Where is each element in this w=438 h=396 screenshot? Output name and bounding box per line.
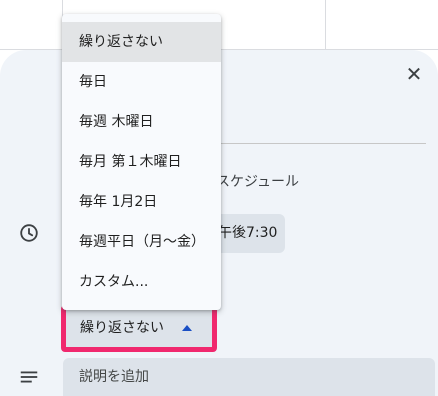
- menu-item-yearly[interactable]: 毎年 1月2日: [62, 182, 221, 222]
- schedule-text: スケジュール: [216, 174, 300, 190]
- menu-item-no-repeat[interactable]: 繰り返さない: [62, 22, 221, 62]
- repeat-dropdown-menu: 繰り返さない 毎日 毎週 木曜日 毎月 第１木曜日 毎年 1月2日 毎週平日（月…: [62, 14, 221, 310]
- clock-icon: [20, 224, 38, 242]
- menu-item-daily[interactable]: 毎日: [62, 62, 221, 102]
- notes-icon: [20, 371, 38, 383]
- menu-item-monthly[interactable]: 毎月 第１木曜日: [62, 142, 221, 182]
- end-time-chip[interactable]: 午後7:30: [210, 214, 285, 253]
- menu-item-weekdays[interactable]: 毎週平日（月～金）: [62, 222, 221, 262]
- menu-item-weekly[interactable]: 毎週 木曜日: [62, 102, 221, 142]
- divider: [214, 143, 426, 144]
- close-icon[interactable]: ✕: [402, 62, 426, 86]
- menu-item-custom[interactable]: カスタム...: [62, 262, 221, 302]
- arrow-up-icon: [182, 325, 192, 331]
- description-field[interactable]: 説明を追加: [63, 358, 435, 396]
- grid-line: [325, 0, 326, 50]
